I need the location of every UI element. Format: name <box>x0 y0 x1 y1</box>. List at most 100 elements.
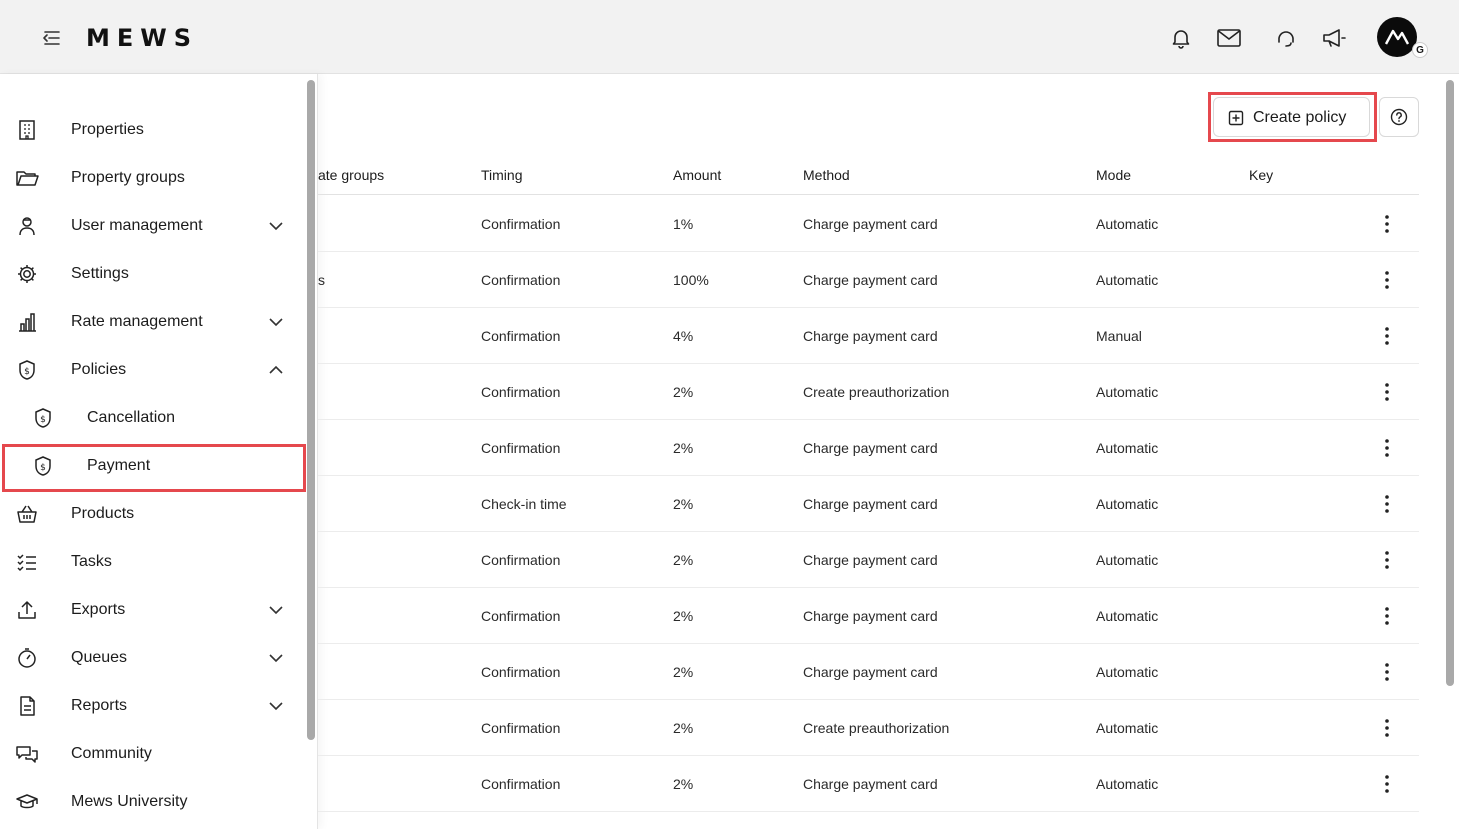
row-menu-icon[interactable] <box>1375 715 1399 741</box>
sidebar-item-label: Cancellation <box>87 409 176 426</box>
sidebar-item-tasks[interactable]: Tasks <box>0 538 300 586</box>
row-menu-icon[interactable] <box>1375 547 1399 573</box>
row-menu-icon[interactable] <box>1375 491 1399 517</box>
avatar[interactable] <box>1377 17 1417 57</box>
main-scrollbar[interactable] <box>1446 80 1454 686</box>
cell-timing: Confirmation <box>481 384 561 400</box>
table-header-divider <box>318 194 1419 195</box>
cell-method: Charge payment card <box>803 496 938 512</box>
svg-text:$: $ <box>24 367 30 377</box>
cell-timing: Confirmation <box>481 776 561 792</box>
cell-rate: s <box>318 272 325 288</box>
sidebar-item-exports[interactable]: Exports <box>0 586 300 634</box>
cell-mode: Manual <box>1096 328 1142 344</box>
cell-mode: Automatic <box>1096 440 1159 456</box>
checklist-icon <box>15 550 39 574</box>
cell-method: Charge payment card <box>803 216 938 232</box>
top-header: MEWS G <box>0 0 1459 74</box>
row-menu-icon[interactable] <box>1375 379 1399 405</box>
sidebar-item-properties[interactable]: Properties <box>0 106 300 154</box>
table-row[interactable]: Confirmation 2% Charge payment card Automat… <box>318 756 1419 812</box>
sidebar-item-property-groups[interactable]: Property groups <box>0 154 300 202</box>
row-menu-icon[interactable] <box>1375 267 1399 293</box>
payment-highlight <box>2 444 306 492</box>
mews-logo[interactable]: MEWS <box>86 24 198 52</box>
cell-amount: 2% <box>673 552 694 568</box>
sidebar-item-cancellation[interactable]: $ Cancellation <box>0 394 300 442</box>
megaphone-icon[interactable] <box>1320 24 1348 52</box>
chevron-down-icon[interactable] <box>266 696 286 716</box>
sidebar-item-queues[interactable]: Queues <box>0 634 300 682</box>
cell-timing: Confirmation <box>481 608 561 624</box>
sidebar-item-label: User management <box>71 217 203 234</box>
column-header-amount[interactable]: Amount <box>673 167 721 183</box>
cell-timing: Check-in time <box>481 496 567 512</box>
cell-amount: 2% <box>673 608 694 624</box>
sidebar-item-community[interactable]: Community <box>0 730 300 778</box>
sidebar-item-rate-management[interactable]: Rate management <box>0 298 300 346</box>
table-row[interactable]: Confirmation 2% Create preauthorization Aut… <box>318 700 1419 756</box>
chevron-up-icon[interactable] <box>266 360 286 380</box>
row-menu-icon[interactable] <box>1375 659 1399 685</box>
cell-method: Create preauthorization <box>803 384 950 400</box>
chevron-down-icon[interactable] <box>266 600 286 620</box>
table-row[interactable]: s Confirmation 100% Charge payment card Auto… <box>318 252 1419 308</box>
column-header-key[interactable]: Key <box>1249 167 1273 183</box>
row-menu-icon[interactable] <box>1375 603 1399 629</box>
bar-chart-icon <box>15 310 39 334</box>
row-menu-icon[interactable] <box>1375 323 1399 349</box>
row-menu-icon[interactable] <box>1375 771 1399 797</box>
cell-method: Charge payment card <box>803 664 938 680</box>
column-header-method[interactable]: Method <box>803 167 850 183</box>
row-menu-icon[interactable] <box>1375 211 1399 237</box>
table-row[interactable]: Confirmation 2% Create preauthorization Aut… <box>318 364 1419 420</box>
gear-icon <box>15 262 39 286</box>
chevron-down-icon[interactable] <box>266 216 286 236</box>
graduation-cap-icon <box>15 790 39 814</box>
sidebar-item-user-management[interactable]: User management <box>0 202 300 250</box>
column-header-timing[interactable]: Timing <box>481 167 523 183</box>
cell-amount: 2% <box>673 496 694 512</box>
help-button[interactable] <box>1379 97 1419 137</box>
table-row[interactable]: Check-in time 2% Charge payment card Automa… <box>318 476 1419 532</box>
cell-method: Charge payment card <box>803 776 938 792</box>
cell-method: Charge payment card <box>803 608 938 624</box>
sidebar-item-policies[interactable]: $ Policies <box>0 346 300 394</box>
bell-icon[interactable] <box>1167 24 1195 52</box>
menu-collapse-icon[interactable] <box>38 26 64 50</box>
cell-timing: Confirmation <box>481 216 561 232</box>
mail-icon[interactable] <box>1215 24 1243 52</box>
table-row[interactable]: Confirmation 1% Charge payment card Automat… <box>318 196 1419 252</box>
sidebar-item-products[interactable]: Products <box>0 490 300 538</box>
cell-amount: 2% <box>673 776 694 792</box>
sidebar-item-label: Property groups <box>71 169 185 186</box>
cell-method: Create preauthorization <box>803 720 950 736</box>
user-icon <box>15 214 39 238</box>
sidebar-scrollbar[interactable] <box>307 80 315 740</box>
cell-timing: Confirmation <box>481 328 561 344</box>
cell-method: Charge payment card <box>803 440 938 456</box>
cell-mode: Automatic <box>1096 272 1159 288</box>
sidebar-item-label: Mews University <box>71 793 188 810</box>
cell-timing: Confirmation <box>481 664 561 680</box>
table-row[interactable]: Confirmation 2% Charge payment card Automat… <box>318 644 1419 700</box>
table-row[interactable]: Confirmation 4% Charge payment card Manual <box>318 308 1419 364</box>
table-row[interactable]: Confirmation 2% Charge payment card Automat… <box>318 532 1419 588</box>
table-row[interactable]: Confirmation 2% Charge payment card Automat… <box>318 588 1419 644</box>
cell-timing: Confirmation <box>481 552 561 568</box>
row-menu-icon[interactable] <box>1375 435 1399 461</box>
column-header-rate-groups[interactable]: ate groups <box>318 167 384 183</box>
sidebar-item-settings[interactable]: Settings <box>0 250 300 298</box>
document-icon <box>15 694 39 718</box>
sidebar-item-label: Reports <box>71 697 128 714</box>
sidebar-item-label: Products <box>71 505 135 522</box>
chevron-down-icon[interactable] <box>266 312 286 332</box>
sidebar-item-mews-university[interactable]: Mews University <box>0 778 300 826</box>
headset-icon[interactable] <box>1272 24 1300 52</box>
table-row[interactable]: Confirmation 2% Charge payment card Automat… <box>318 420 1419 476</box>
sidebar-item-label: Exports <box>71 601 126 618</box>
chevron-down-icon[interactable] <box>266 648 286 668</box>
column-header-mode[interactable]: Mode <box>1096 167 1131 183</box>
sidebar-item-reports[interactable]: Reports <box>0 682 300 730</box>
cell-timing: Confirmation <box>481 272 561 288</box>
